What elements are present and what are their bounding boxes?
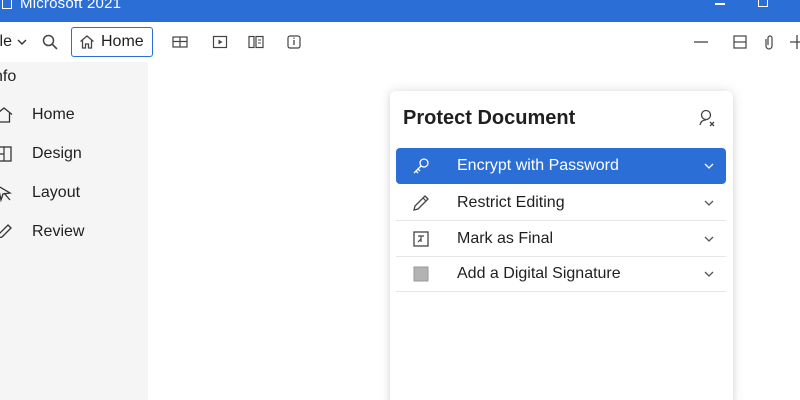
- chevron-down-icon: [702, 267, 716, 281]
- panel-title: Protect Document: [403, 107, 576, 129]
- sidebar-item-label: Home: [32, 106, 75, 123]
- play-icon[interactable]: [211, 33, 229, 51]
- sidebar-item-label: Review: [32, 223, 85, 240]
- pin-icon[interactable]: [697, 108, 717, 128]
- option-encrypt-with-password[interactable]: Encrypt with Password: [396, 148, 726, 184]
- protect-document-panel: Protect Document Encrypt with Password R…: [390, 91, 733, 400]
- file-menu-label: ile: [0, 33, 13, 50]
- chevron-down-icon: [17, 39, 27, 45]
- home-icon: [80, 35, 94, 49]
- sidebar: nfo Home Design Layout Review: [0, 62, 148, 400]
- option-label: Mark as Final: [457, 229, 554, 247]
- sidebar-item-info[interactable]: nfo: [0, 68, 16, 86]
- sidebar-item-label: Layout: [32, 184, 81, 201]
- option-restrict-editing[interactable]: Restrict Editing: [396, 185, 726, 221]
- window-title: Microsoft 2021: [20, 0, 122, 12]
- compare-icon[interactable]: [247, 33, 265, 51]
- maximize-button[interactable]: [758, 0, 768, 7]
- sidebar-item-review[interactable]: Review: [0, 217, 148, 247]
- attach-icon[interactable]: [760, 33, 778, 51]
- option-add-digital-signature[interactable]: Add a Digital Signature: [396, 256, 726, 292]
- search-icon[interactable]: [41, 33, 59, 51]
- option-mark-as-final[interactable]: Mark as Final: [396, 221, 726, 257]
- chevron-down-icon: [702, 232, 716, 246]
- mark-final-icon: [411, 229, 431, 249]
- toolbar: ile Home: [0, 22, 800, 62]
- signature-icon: [411, 264, 431, 284]
- key-icon: [411, 156, 431, 176]
- title-bar: Microsoft 2021: [0, 0, 800, 22]
- split-icon[interactable]: [731, 33, 749, 51]
- pencil-icon: [411, 193, 431, 213]
- chevron-down-icon: [702, 159, 716, 173]
- app-icon: [2, 0, 12, 9]
- home-button[interactable]: Home: [71, 27, 153, 57]
- sidebar-item-home[interactable]: Home: [0, 100, 148, 130]
- sidebar-item-design[interactable]: Design: [0, 139, 148, 169]
- sidebar-item-label: Design: [32, 145, 82, 162]
- home-icon: [0, 105, 14, 125]
- chevron-down-icon: [702, 196, 716, 210]
- minimize-button[interactable]: [715, 0, 727, 9]
- plus-icon[interactable]: [788, 33, 800, 51]
- info-icon[interactable]: [285, 33, 303, 51]
- file-menu[interactable]: ile: [0, 31, 28, 53]
- table-icon[interactable]: [171, 33, 189, 51]
- option-label: Restrict Editing: [457, 193, 565, 211]
- option-label: Encrypt with Password: [457, 157, 619, 174]
- minimize-icon[interactable]: [692, 33, 710, 51]
- option-label: Add a Digital Signature: [457, 264, 621, 282]
- sidebar-item-layout[interactable]: Layout: [0, 178, 148, 208]
- layout-icon: [0, 183, 14, 203]
- review-icon: [0, 222, 14, 242]
- home-button-label: Home: [101, 33, 144, 50]
- design-icon: [0, 144, 14, 164]
